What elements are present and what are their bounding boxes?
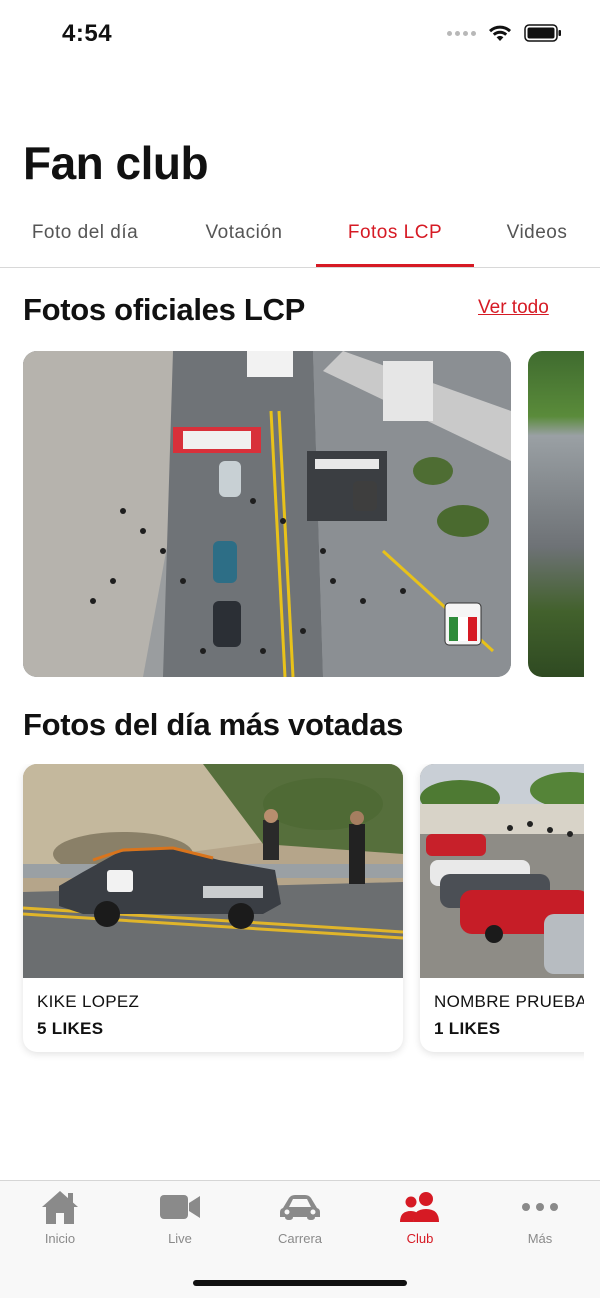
voted-photo [420, 764, 584, 978]
status-icons [447, 24, 562, 42]
video-icon [160, 1195, 200, 1219]
most-voted-title: Fotos del día más votadas [23, 707, 404, 742]
official-photos-title: Fotos oficiales LCP [23, 292, 305, 327]
voted-photo-card[interactable]: NOMBRE PRUEBA 1 LIKES [420, 764, 584, 1052]
official-photos-carousel[interactable] [0, 351, 584, 677]
tab-bar-label: Inicio [44, 1231, 76, 1246]
home-indicator[interactable] [193, 1280, 407, 1286]
segment-tabs: Foto del día Votación Fotos LCP Videos [0, 210, 600, 268]
voted-photo-author: KIKE LOPEZ [37, 992, 140, 1011]
car-icon [280, 1195, 320, 1220]
tab-bar-label: Más [527, 1231, 553, 1246]
tab-bar-item-inicio[interactable]: Inicio [0, 1189, 120, 1253]
voted-photo-likes: 1 LIKES [434, 1019, 501, 1038]
official-photo-card[interactable] [23, 351, 511, 677]
most-voted-carousel[interactable]: KIKE LOPEZ 5 LIKES NOMBRE PRUEBA 1 LIKES [0, 764, 584, 1064]
home-icon [42, 1191, 78, 1224]
voted-photo-likes: 5 LIKES [37, 1019, 104, 1038]
signal-icon [447, 30, 476, 36]
tab-bar-item-mas[interactable]: Más [480, 1189, 600, 1253]
tab-votacion[interactable]: Votación [164, 210, 324, 268]
battery-icon [524, 24, 561, 42]
tab-bar-label: Live [168, 1231, 192, 1246]
tab-bar-item-live[interactable]: Live [120, 1189, 240, 1253]
tab-bar-label: Club [406, 1231, 434, 1246]
voted-photo-author: NOMBRE PRUEBA [434, 992, 584, 1011]
tab-active-indicator [316, 264, 474, 267]
tab-fotos-lcp[interactable]: Fotos LCP [316, 210, 474, 268]
wifi-icon [489, 25, 511, 41]
tab-bar-item-carrera[interactable]: Carrera [240, 1189, 360, 1253]
status-time: 4:54 [62, 20, 113, 47]
page-title: Fan club [23, 137, 209, 189]
voted-photo-card[interactable]: KIKE LOPEZ 5 LIKES [23, 764, 403, 1052]
rally-aerial-photo [23, 351, 511, 677]
see-all-link[interactable]: Ver todo [478, 297, 549, 319]
tab-bar-label: Carrera [277, 1231, 323, 1246]
tab-bar-item-club[interactable]: Club [360, 1189, 480, 1253]
tab-videos[interactable]: Videos [474, 210, 600, 268]
more-icon [522, 1203, 558, 1211]
tab-foto-del-dia[interactable]: Foto del día [0, 210, 170, 268]
voted-photo [23, 764, 403, 978]
users-icon [400, 1192, 439, 1222]
status-bar: 4:54 [0, 0, 600, 68]
official-photo-card[interactable] [528, 351, 584, 677]
